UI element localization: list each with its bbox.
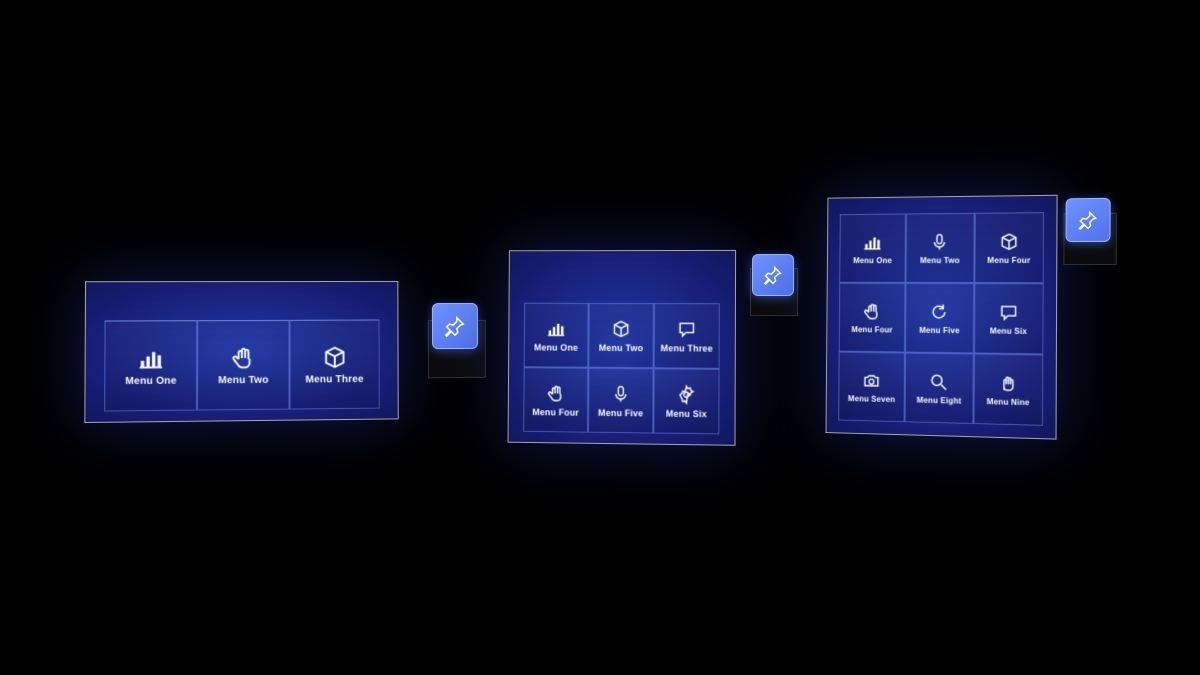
menu-button-three[interactable]: Menu Three <box>654 303 720 369</box>
menu-button-label: Menu One <box>534 342 578 352</box>
menu-button-label: Menu Five <box>919 325 960 334</box>
microphone-icon <box>611 383 631 403</box>
hand-icon <box>862 301 882 321</box>
menu-button-four[interactable]: Menu Four <box>839 283 906 353</box>
menu-grid-3x3: Menu One Menu Two Menu Four Menu Four Me… <box>838 212 1044 426</box>
menu-button-nine[interactable]: Menu Nine <box>973 354 1043 426</box>
menu-grid-1x3: Menu One Menu Two Menu Three <box>104 319 380 411</box>
bar-chart-icon <box>138 345 165 371</box>
bar-chart-icon <box>546 318 566 338</box>
menu-button-label: Menu Two <box>218 374 269 385</box>
menu-button-eight[interactable]: Menu Eight <box>905 353 974 425</box>
menu-button-label: Menu Eight <box>917 395 962 405</box>
menu-button-two[interactable]: Menu Two <box>906 213 975 283</box>
pin-button[interactable] <box>432 303 478 349</box>
menu-button-one[interactable]: Menu One <box>839 213 906 282</box>
menu-grid-2x3: Menu One Menu Two Menu Three Menu Four M… <box>523 303 720 435</box>
menu-button-label: Menu Two <box>920 256 960 265</box>
menu-button-five[interactable]: Menu Five <box>905 283 974 354</box>
menu-button-label: Menu Six <box>666 408 707 419</box>
menu-button-label: Menu Five <box>598 407 643 418</box>
menu-button-label: Menu Four <box>987 255 1030 264</box>
bar-chart-icon <box>863 232 883 252</box>
hand-icon <box>230 344 256 370</box>
menu-button-four[interactable]: Menu Four <box>523 367 588 432</box>
menu-button-one[interactable]: Menu One <box>524 303 589 368</box>
menu-button-label: Menu Six <box>990 326 1027 335</box>
near-menu-panel-2x3: Menu One Menu Two Menu Three Menu Four M… <box>508 250 737 446</box>
near-menu-panel-3x3: Menu One Menu Two Menu Four Menu Four Me… <box>826 195 1058 440</box>
menu-button-label: Menu Seven <box>848 394 895 404</box>
pin-button[interactable] <box>1065 198 1110 242</box>
search-icon <box>929 371 949 391</box>
menu-button-one[interactable]: Menu One <box>104 320 197 411</box>
menu-button-six[interactable]: Menu Six <box>653 368 719 434</box>
microphone-icon <box>930 232 950 252</box>
menu-button-label: Menu Three <box>661 343 713 353</box>
menu-button-label: Menu Nine <box>987 397 1030 407</box>
pin-icon <box>444 315 466 337</box>
pin-icon <box>763 265 783 285</box>
cube-icon <box>999 231 1020 251</box>
near-menu-panel-1x3: Menu One Menu Two Menu Three <box>84 281 398 423</box>
menu-button-six[interactable]: Menu Six <box>974 283 1044 354</box>
menu-button-three[interactable]: Menu Three <box>289 319 380 409</box>
menu-button-label: Menu Four <box>851 325 892 334</box>
menu-button-two[interactable]: Menu Two <box>197 320 289 411</box>
menu-button-label: Menu Two <box>599 342 643 352</box>
menu-button-label: Menu One <box>125 375 177 387</box>
menu-button-label: Menu Four <box>532 407 579 418</box>
camera-icon <box>862 370 882 390</box>
menu-button-two[interactable]: Menu Two <box>588 303 654 368</box>
pin-button[interactable] <box>752 254 794 296</box>
refresh-icon <box>929 301 949 321</box>
cube-icon <box>611 318 631 338</box>
menu-button-label: Menu Three <box>305 374 363 385</box>
comment-icon <box>998 302 1019 322</box>
hand-icon <box>546 383 566 403</box>
menu-button-label: Menu One <box>853 256 892 265</box>
menu-button-four-top[interactable]: Menu Four <box>974 212 1044 283</box>
pin-icon <box>1078 210 1099 230</box>
menu-button-five[interactable]: Menu Five <box>588 368 654 434</box>
cube-icon <box>322 344 348 370</box>
comment-icon <box>677 319 697 339</box>
menu-button-seven[interactable]: Menu Seven <box>838 352 905 423</box>
hand-fingers-icon <box>998 373 1019 394</box>
gear-icon <box>676 384 696 404</box>
